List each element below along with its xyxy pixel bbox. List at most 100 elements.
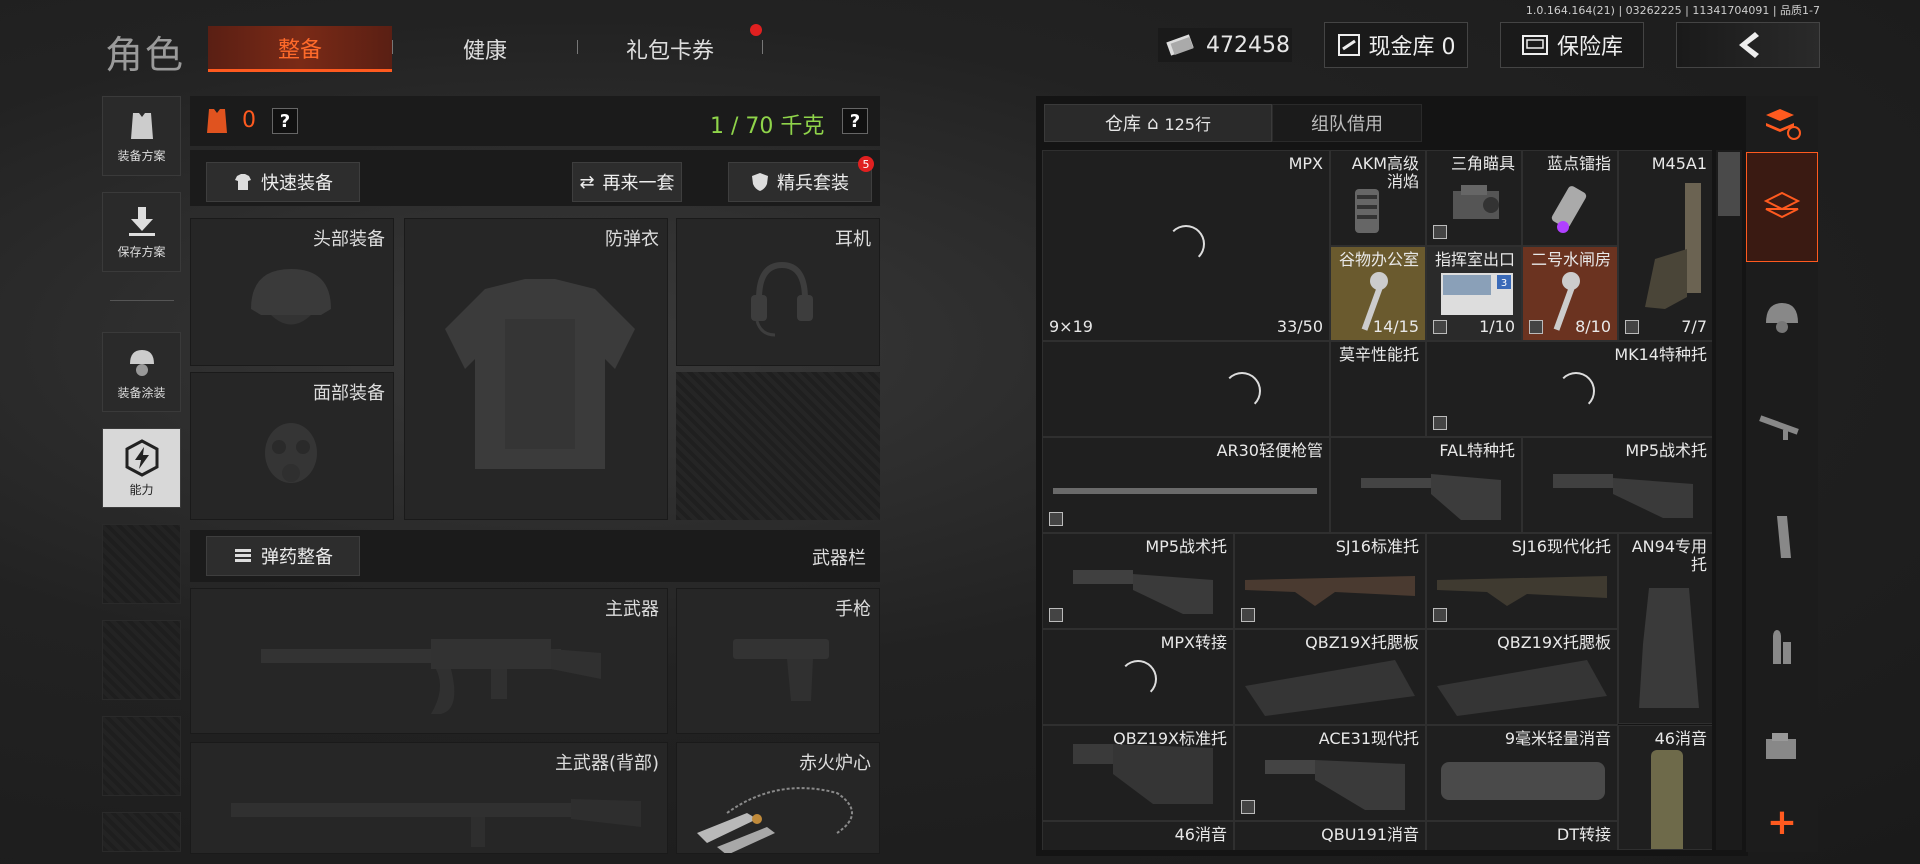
stock-icon (1437, 576, 1607, 606)
rifle-icon (1759, 415, 1799, 440)
weapon-bar-header: 弹药整备 武器栏 (190, 530, 880, 582)
item-46-suppressor[interactable]: 46消音 (1042, 821, 1234, 850)
keycard-icon: 3 (1441, 273, 1513, 315)
loading-spinner-icon (1119, 660, 1157, 698)
filter-weapons[interactable] (1746, 372, 1818, 482)
stock-icon (1639, 588, 1699, 708)
primary-weapon-slot[interactable]: 主武器 (190, 588, 668, 734)
melee-slot[interactable]: 赤火炉心 (676, 742, 880, 854)
rifle-back-icon (231, 799, 641, 847)
item-akm-muzzle[interactable]: AKM高级消焰 (1330, 150, 1426, 246)
help-icon[interactable]: ? (272, 108, 298, 134)
gas-mask-icon (265, 423, 317, 483)
sidebar-item-ability[interactable]: 能力 (102, 428, 181, 508)
box-icon (1049, 608, 1063, 622)
stock-icon (1073, 744, 1213, 804)
item-sj16-standard-stock[interactable]: SJ16标准托 (1234, 533, 1426, 629)
sidebar-item-loadout-plan[interactable]: 装备方案 (102, 96, 181, 176)
item-mpx[interactable]: MPX 9×19 33/50 (1042, 150, 1330, 341)
item-mosin-stock[interactable]: 莫辛性能托 (1330, 341, 1426, 437)
cash-vault-button[interactable]: 现金库 0 (1324, 22, 1468, 68)
version-text: 1.0.164.164(21) | 03262225 | 11341704091… (1525, 4, 1820, 17)
head-equipment-slot[interactable]: 头部装备 (190, 218, 394, 366)
loadout-toolbar: 快速装备 ⇄ 再来一套 精兵套装 5 (190, 150, 880, 206)
item-qbz19x-cheekrest[interactable]: QBZ19X托腮板 (1426, 629, 1618, 725)
sort-refresh-button[interactable] (1746, 96, 1818, 152)
body-armor-slot[interactable]: 防弹衣 (404, 218, 668, 520)
suppressor-icon (1651, 750, 1683, 849)
sidebar-item-equipment-paint[interactable]: 装备涂装 (102, 332, 181, 412)
scrollbar-track[interactable] (1716, 150, 1742, 850)
item-key-grain-office[interactable]: 谷物办公室 14/15 (1330, 246, 1426, 341)
tab-health[interactable]: 健康 (400, 26, 570, 72)
back-button[interactable] (1676, 22, 1820, 68)
stock-icon (1245, 576, 1415, 606)
item-46-suppressor[interactable]: 46消音 (1618, 725, 1712, 850)
armor-count: 0 (242, 108, 256, 133)
currency-display: 472458 (1158, 28, 1292, 62)
item-an94-stock[interactable]: AN94专用托 (1618, 533, 1712, 724)
item-blue-laser[interactable]: 蓝点镭指 (1522, 150, 1618, 246)
tab-divider (392, 40, 393, 54)
scrollbar-thumb[interactable] (1718, 152, 1740, 216)
suppressor-icon (1441, 762, 1605, 800)
tab-gift-cards[interactable]: 礼包卡券 (585, 26, 755, 72)
item-mp5-stock[interactable]: MP5战术托 (1042, 533, 1234, 629)
box-icon (1625, 320, 1639, 334)
filter-magazines[interactable] (1746, 482, 1818, 592)
stock-icon (1073, 570, 1213, 614)
item-fal-stock[interactable]: FAL特种托 (1330, 437, 1522, 533)
safe-vault-button[interactable]: 保险库 (1500, 22, 1644, 68)
item-9mm-suppressor[interactable]: 9毫米轻量消音 (1426, 725, 1618, 821)
item-ace31-modern-stock[interactable]: ACE31现代托 (1234, 725, 1426, 821)
filter-ammo[interactable] (1746, 592, 1818, 702)
quick-equip-button[interactable]: 快速装备 (206, 162, 360, 202)
notification-dot (750, 24, 762, 36)
shirt-icon (235, 174, 251, 190)
add-filter-button[interactable]: + (1746, 792, 1818, 852)
item-mp5-stock[interactable]: MP5战术托 (1522, 437, 1712, 533)
item-triangle-sight[interactable]: 三角瞄具 (1426, 150, 1522, 246)
filter-attachments[interactable] (1746, 702, 1818, 792)
item-m45a1[interactable]: M45A1 7/7 (1618, 150, 1712, 341)
ammo-prep-button[interactable]: 弹药整备 (206, 536, 360, 576)
cheekrest-icon (1245, 660, 1415, 716)
primary-weapon-back-slot[interactable]: 主武器(背部) (190, 742, 668, 854)
face-equipment-slot[interactable]: 面部装备 (190, 372, 394, 520)
loading-spinner-icon (1223, 372, 1261, 410)
elite-set-button[interactable]: 精兵套装 (728, 162, 872, 202)
stock-icon (1265, 760, 1405, 810)
item-key-sluice-room[interactable]: 二号水闸房 8/10 (1522, 246, 1618, 341)
sidebar-empty-slot (102, 812, 181, 852)
item-qbz19x-standard-stock[interactable]: QBZ19X标准托 (1042, 725, 1234, 821)
tab-team-borrow[interactable]: 组队借用 (1272, 104, 1422, 142)
page-title: 角色 (105, 33, 186, 77)
back-arrow-icon (1739, 32, 1759, 58)
pistol-icon (733, 639, 829, 701)
barrel-icon (1053, 488, 1317, 494)
sidebar-divider (110, 300, 174, 301)
pistol-slot[interactable]: 手枪 (676, 588, 880, 734)
tab-storage[interactable]: 仓库 ⌂ 125行 (1044, 104, 1272, 142)
item-mk14-stock[interactable]: MK14特种托 (1426, 341, 1712, 437)
filter-all[interactable] (1746, 152, 1818, 262)
item-qbz19x-cheekrest[interactable]: QBZ19X托腮板 (1234, 629, 1426, 725)
item-qbu191-suppressor[interactable]: QBU191消音 (1234, 821, 1426, 850)
item-mpx-adapter[interactable]: MPX转接 (1042, 629, 1234, 725)
weight-help-icon[interactable]: ? (842, 108, 868, 134)
locked-slot (676, 372, 880, 520)
item-dt-adapter[interactable]: DT转接 (1426, 821, 1618, 850)
sidebar-item-save-plan[interactable]: 保存方案 (102, 192, 181, 272)
vest-icon (130, 112, 153, 139)
stock-icon (1361, 474, 1501, 520)
item-sj16-modern-stock[interactable]: SJ16现代化托 (1426, 533, 1618, 629)
headset-slot[interactable]: 耳机 (676, 218, 880, 366)
filter-gear[interactable] (1746, 262, 1818, 372)
again-button[interactable]: ⇄ 再来一套 (572, 162, 682, 202)
loading-spinner-icon (1167, 225, 1205, 263)
item-placeholder[interactable] (1042, 341, 1330, 437)
item-ar30-barrel[interactable]: AR30轻便枪管 (1042, 437, 1330, 533)
item-card-command-exit[interactable]: 指挥室出口 3 1/10 (1426, 246, 1522, 341)
tab-equip[interactable]: 整备 (208, 26, 392, 72)
body-armor-icon (445, 279, 635, 469)
